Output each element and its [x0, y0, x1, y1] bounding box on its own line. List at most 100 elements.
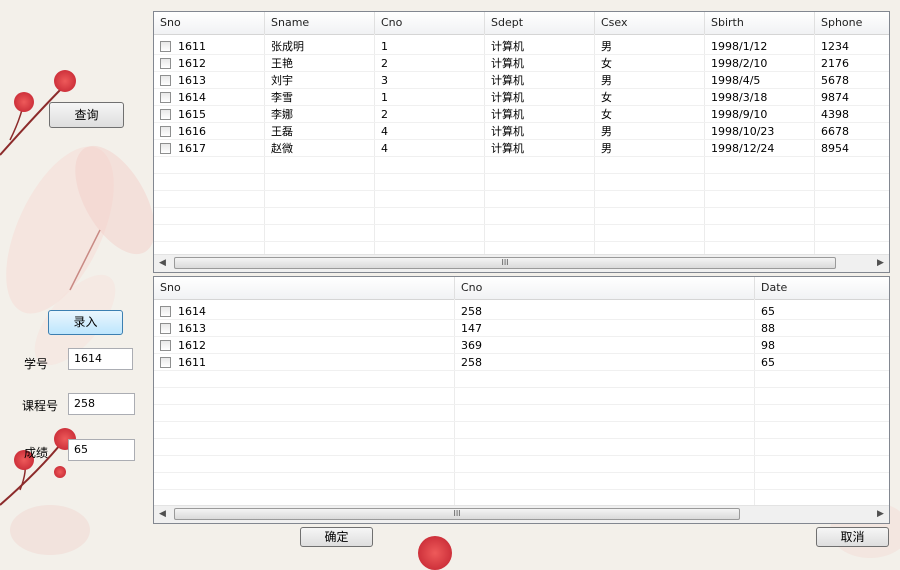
- table-cell-sphone: 5678: [821, 74, 849, 87]
- table-cell-sname: 李娜: [271, 108, 293, 121]
- table-cell-csex: 女: [601, 108, 612, 121]
- column-header-sno[interactable]: Sno: [154, 277, 455, 299]
- table-cell-sno: 1613: [178, 322, 206, 335]
- column-header-sphone[interactable]: Sphone: [815, 12, 889, 34]
- row-divider: [154, 207, 889, 208]
- table-cell-sbirth: 1998/9/10: [711, 108, 768, 121]
- table-cell-sname: 张成明: [271, 40, 304, 53]
- column-header-sno[interactable]: Sno: [154, 12, 265, 34]
- table-cell-sno: 1614: [178, 91, 206, 104]
- table-cell-sno: 1614: [178, 305, 206, 318]
- scroll-left-arrow-icon[interactable]: ◀: [154, 255, 171, 272]
- row-checkbox[interactable]: [160, 323, 171, 334]
- row-checkbox[interactable]: [160, 92, 171, 103]
- scroll-thumb[interactable]: III: [174, 257, 836, 269]
- table-cell-sphone: 6678: [821, 125, 849, 138]
- table-cell-sno: 1611: [178, 40, 206, 53]
- column-header-sdept[interactable]: Sdept: [485, 12, 595, 34]
- table-cell-sbirth: 1998/1/12: [711, 40, 768, 53]
- red-flower-icon: [418, 536, 452, 570]
- scroll-right-arrow-icon[interactable]: ▶: [872, 506, 889, 523]
- column-header-cno[interactable]: Cno: [375, 12, 485, 34]
- table-cell-cno: 3: [381, 74, 388, 87]
- table-cell-sphone: 4398: [821, 108, 849, 121]
- table-cell-sno: 1617: [178, 142, 206, 155]
- table-cell-sno: 1612: [178, 57, 206, 70]
- row-checkbox[interactable]: [160, 109, 171, 120]
- row-divider: [154, 173, 889, 174]
- row-divider: [154, 336, 889, 337]
- table-cell-sbirth: 1998/4/5: [711, 74, 761, 87]
- score-table[interactable]: Sno Cno Date ◀ III ▶ 1614 258 65 1613 147 88 161…: [153, 276, 890, 524]
- scroll-thumb[interactable]: III: [174, 508, 740, 520]
- table-cell-sno: 1612: [178, 339, 206, 352]
- row-checkbox[interactable]: [160, 58, 171, 69]
- table-cell-cno: 4: [381, 142, 388, 155]
- score-table-scrollbar[interactable]: ◀ III ▶: [154, 505, 889, 523]
- sno-label: 学号: [24, 357, 49, 371]
- column-header-sbirth[interactable]: Sbirth: [705, 12, 815, 34]
- table-cell-sdept: 计算机: [491, 57, 524, 70]
- table-cell-date: 98: [761, 339, 775, 352]
- column-header-date[interactable]: Date: [755, 277, 889, 299]
- row-checkbox[interactable]: [160, 126, 171, 137]
- cno-label: 课程号: [22, 399, 59, 413]
- grade-label: 成绩: [24, 446, 49, 460]
- row-checkbox[interactable]: [160, 357, 171, 368]
- row-divider: [154, 438, 889, 439]
- row-divider: [154, 241, 889, 242]
- table-cell-sdept: 计算机: [491, 125, 524, 138]
- scroll-right-arrow-icon[interactable]: ▶: [872, 255, 889, 272]
- table-cell-sno: 1613: [178, 74, 206, 87]
- table-cell-sname: 王艳: [271, 57, 293, 70]
- row-divider: [154, 472, 889, 473]
- row-checkbox[interactable]: [160, 41, 171, 52]
- row-checkbox[interactable]: [160, 340, 171, 351]
- row-divider: [154, 353, 889, 354]
- table-cell-cno: 258: [461, 356, 482, 369]
- table-cell-sbirth: 1998/2/10: [711, 57, 768, 70]
- table-cell-date: 65: [761, 356, 775, 369]
- table-cell-cno: 1: [381, 40, 388, 53]
- row-divider: [154, 404, 889, 405]
- table-cell-csex: 男: [601, 74, 612, 87]
- row-divider: [154, 455, 889, 456]
- table-cell-cno: 369: [461, 339, 482, 352]
- score-table-header: Sno Cno Date: [154, 277, 889, 300]
- table-cell-sno: 1616: [178, 125, 206, 138]
- table-cell-sno: 1615: [178, 108, 206, 121]
- cno-input[interactable]: 258: [68, 393, 135, 415]
- table-cell-sbirth: 1998/10/23: [711, 125, 775, 138]
- student-table[interactable]: Sno Sname Cno Sdept Csex Sbirth Sphone ◀ III ▶…: [153, 11, 890, 273]
- enter-button[interactable]: 录入: [48, 310, 123, 335]
- table-cell-cno: 258: [461, 305, 482, 318]
- table-cell-csex: 女: [601, 91, 612, 104]
- table-cell-sbirth: 1998/12/24: [711, 142, 775, 155]
- table-cell-cno: 4: [381, 125, 388, 138]
- table-cell-cno: 1: [381, 91, 388, 104]
- column-header-cno[interactable]: Cno: [455, 277, 755, 299]
- table-cell-sdept: 计算机: [491, 108, 524, 121]
- query-button[interactable]: 查询: [49, 102, 124, 128]
- grade-input[interactable]: 65: [68, 439, 135, 461]
- row-divider: [154, 489, 889, 490]
- cancel-button[interactable]: 取消: [816, 527, 889, 547]
- table-cell-date: 88: [761, 322, 775, 335]
- column-header-sname[interactable]: Sname: [265, 12, 375, 34]
- confirm-button[interactable]: 确定: [300, 527, 373, 547]
- table-cell-csex: 男: [601, 40, 612, 53]
- column-header-csex[interactable]: Csex: [595, 12, 705, 34]
- row-checkbox[interactable]: [160, 143, 171, 154]
- scroll-left-arrow-icon[interactable]: ◀: [154, 506, 171, 523]
- sno-input[interactable]: 1614: [68, 348, 133, 370]
- table-cell-cno: 147: [461, 322, 482, 335]
- table-cell-sbirth: 1998/3/18: [711, 91, 768, 104]
- table-cell-sname: 李雪: [271, 91, 293, 104]
- table-cell-csex: 男: [601, 142, 612, 155]
- table-cell-csex: 女: [601, 57, 612, 70]
- red-flower-icon: [54, 70, 76, 92]
- row-divider: [154, 387, 889, 388]
- student-table-scrollbar[interactable]: ◀ III ▶: [154, 254, 889, 272]
- row-checkbox[interactable]: [160, 75, 171, 86]
- row-checkbox[interactable]: [160, 306, 171, 317]
